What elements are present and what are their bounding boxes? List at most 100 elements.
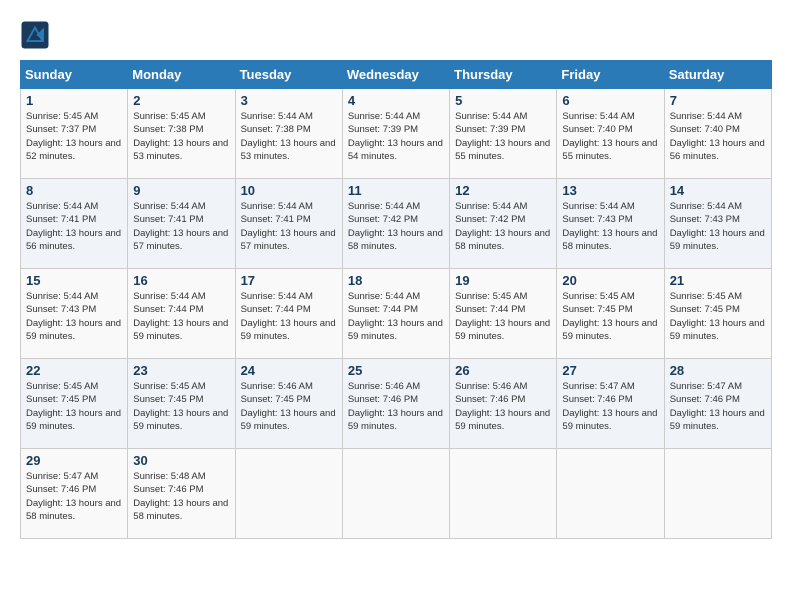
calendar-day-23: 23 Sunrise: 5:45 AM Sunset: 7:45 PM Dayl… [128,359,235,449]
day-info: Sunrise: 5:44 AM Sunset: 7:38 PM Dayligh… [241,110,337,163]
header-tuesday: Tuesday [235,61,342,89]
day-info: Sunrise: 5:45 AM Sunset: 7:45 PM Dayligh… [562,290,658,343]
day-number: 4 [348,93,444,108]
day-info: Sunrise: 5:47 AM Sunset: 7:46 PM Dayligh… [562,380,658,433]
calendar-day-null [342,449,449,539]
calendar-day-17: 17 Sunrise: 5:44 AM Sunset: 7:44 PM Dayl… [235,269,342,359]
day-info: Sunrise: 5:45 AM Sunset: 7:44 PM Dayligh… [455,290,551,343]
day-number: 3 [241,93,337,108]
day-info: Sunrise: 5:44 AM Sunset: 7:43 PM Dayligh… [670,200,766,253]
header-monday: Monday [128,61,235,89]
calendar-table: Sunday Monday Tuesday Wednesday Thursday… [20,60,772,539]
day-number: 10 [241,183,337,198]
calendar-day-21: 21 Sunrise: 5:45 AM Sunset: 7:45 PM Dayl… [664,269,771,359]
day-info: Sunrise: 5:44 AM Sunset: 7:44 PM Dayligh… [348,290,444,343]
day-info: Sunrise: 5:45 AM Sunset: 7:38 PM Dayligh… [133,110,229,163]
day-number: 11 [348,183,444,198]
page-header [20,20,772,50]
day-number: 7 [670,93,766,108]
day-number: 1 [26,93,122,108]
calendar-day-11: 11 Sunrise: 5:44 AM Sunset: 7:42 PM Dayl… [342,179,449,269]
week-row-3: 15 Sunrise: 5:44 AM Sunset: 7:43 PM Dayl… [21,269,772,359]
calendar-day-4: 4 Sunrise: 5:44 AM Sunset: 7:39 PM Dayli… [342,89,449,179]
calendar-day-10: 10 Sunrise: 5:44 AM Sunset: 7:41 PM Dayl… [235,179,342,269]
day-info: Sunrise: 5:45 AM Sunset: 7:45 PM Dayligh… [26,380,122,433]
week-row-4: 22 Sunrise: 5:45 AM Sunset: 7:45 PM Dayl… [21,359,772,449]
calendar-day-19: 19 Sunrise: 5:45 AM Sunset: 7:44 PM Dayl… [450,269,557,359]
calendar-day-8: 8 Sunrise: 5:44 AM Sunset: 7:41 PM Dayli… [21,179,128,269]
day-number: 20 [562,273,658,288]
day-number: 17 [241,273,337,288]
calendar-day-26: 26 Sunrise: 5:46 AM Sunset: 7:46 PM Dayl… [450,359,557,449]
calendar-day-5: 5 Sunrise: 5:44 AM Sunset: 7:39 PM Dayli… [450,89,557,179]
header-sunday: Sunday [21,61,128,89]
day-number: 23 [133,363,229,378]
day-info: Sunrise: 5:47 AM Sunset: 7:46 PM Dayligh… [26,470,122,523]
day-number: 27 [562,363,658,378]
day-info: Sunrise: 5:44 AM Sunset: 7:44 PM Dayligh… [241,290,337,343]
day-info: Sunrise: 5:47 AM Sunset: 7:46 PM Dayligh… [670,380,766,433]
day-info: Sunrise: 5:44 AM Sunset: 7:41 PM Dayligh… [26,200,122,253]
day-number: 19 [455,273,551,288]
calendar-day-6: 6 Sunrise: 5:44 AM Sunset: 7:40 PM Dayli… [557,89,664,179]
day-number: 22 [26,363,122,378]
day-number: 26 [455,363,551,378]
logo [20,20,54,50]
day-number: 18 [348,273,444,288]
day-number: 6 [562,93,658,108]
calendar-day-22: 22 Sunrise: 5:45 AM Sunset: 7:45 PM Dayl… [21,359,128,449]
calendar-day-3: 3 Sunrise: 5:44 AM Sunset: 7:38 PM Dayli… [235,89,342,179]
day-info: Sunrise: 5:44 AM Sunset: 7:40 PM Dayligh… [562,110,658,163]
day-info: Sunrise: 5:46 AM Sunset: 7:46 PM Dayligh… [348,380,444,433]
day-number: 30 [133,453,229,468]
day-info: Sunrise: 5:45 AM Sunset: 7:45 PM Dayligh… [133,380,229,433]
day-info: Sunrise: 5:45 AM Sunset: 7:45 PM Dayligh… [670,290,766,343]
calendar-day-null [450,449,557,539]
calendar-day-25: 25 Sunrise: 5:46 AM Sunset: 7:46 PM Dayl… [342,359,449,449]
day-number: 14 [670,183,766,198]
day-info: Sunrise: 5:44 AM Sunset: 7:39 PM Dayligh… [348,110,444,163]
calendar-day-24: 24 Sunrise: 5:46 AM Sunset: 7:45 PM Dayl… [235,359,342,449]
day-info: Sunrise: 5:44 AM Sunset: 7:43 PM Dayligh… [26,290,122,343]
week-row-1: 1 Sunrise: 5:45 AM Sunset: 7:37 PM Dayli… [21,89,772,179]
weekday-header-row: Sunday Monday Tuesday Wednesday Thursday… [21,61,772,89]
calendar-day-null [557,449,664,539]
calendar-day-15: 15 Sunrise: 5:44 AM Sunset: 7:43 PM Dayl… [21,269,128,359]
calendar-day-7: 7 Sunrise: 5:44 AM Sunset: 7:40 PM Dayli… [664,89,771,179]
calendar-day-null [235,449,342,539]
calendar-day-14: 14 Sunrise: 5:44 AM Sunset: 7:43 PM Dayl… [664,179,771,269]
logo-icon [20,20,50,50]
header-wednesday: Wednesday [342,61,449,89]
day-number: 2 [133,93,229,108]
day-number: 13 [562,183,658,198]
day-info: Sunrise: 5:44 AM Sunset: 7:39 PM Dayligh… [455,110,551,163]
header-friday: Friday [557,61,664,89]
day-number: 5 [455,93,551,108]
week-row-2: 8 Sunrise: 5:44 AM Sunset: 7:41 PM Dayli… [21,179,772,269]
day-info: Sunrise: 5:44 AM Sunset: 7:40 PM Dayligh… [670,110,766,163]
calendar-day-13: 13 Sunrise: 5:44 AM Sunset: 7:43 PM Dayl… [557,179,664,269]
day-number: 16 [133,273,229,288]
day-info: Sunrise: 5:44 AM Sunset: 7:42 PM Dayligh… [348,200,444,253]
calendar-day-12: 12 Sunrise: 5:44 AM Sunset: 7:42 PM Dayl… [450,179,557,269]
day-number: 25 [348,363,444,378]
calendar-day-9: 9 Sunrise: 5:44 AM Sunset: 7:41 PM Dayli… [128,179,235,269]
calendar-day-30: 30 Sunrise: 5:48 AM Sunset: 7:46 PM Dayl… [128,449,235,539]
day-number: 29 [26,453,122,468]
day-info: Sunrise: 5:46 AM Sunset: 7:45 PM Dayligh… [241,380,337,433]
header-saturday: Saturday [664,61,771,89]
day-number: 24 [241,363,337,378]
calendar-day-18: 18 Sunrise: 5:44 AM Sunset: 7:44 PM Dayl… [342,269,449,359]
week-row-5: 29 Sunrise: 5:47 AM Sunset: 7:46 PM Dayl… [21,449,772,539]
day-number: 21 [670,273,766,288]
calendar-day-1: 1 Sunrise: 5:45 AM Sunset: 7:37 PM Dayli… [21,89,128,179]
day-number: 12 [455,183,551,198]
day-number: 8 [26,183,122,198]
day-info: Sunrise: 5:46 AM Sunset: 7:46 PM Dayligh… [455,380,551,433]
header-thursday: Thursday [450,61,557,89]
day-number: 15 [26,273,122,288]
calendar-day-20: 20 Sunrise: 5:45 AM Sunset: 7:45 PM Dayl… [557,269,664,359]
day-info: Sunrise: 5:44 AM Sunset: 7:41 PM Dayligh… [241,200,337,253]
calendar-day-27: 27 Sunrise: 5:47 AM Sunset: 7:46 PM Dayl… [557,359,664,449]
day-number: 28 [670,363,766,378]
